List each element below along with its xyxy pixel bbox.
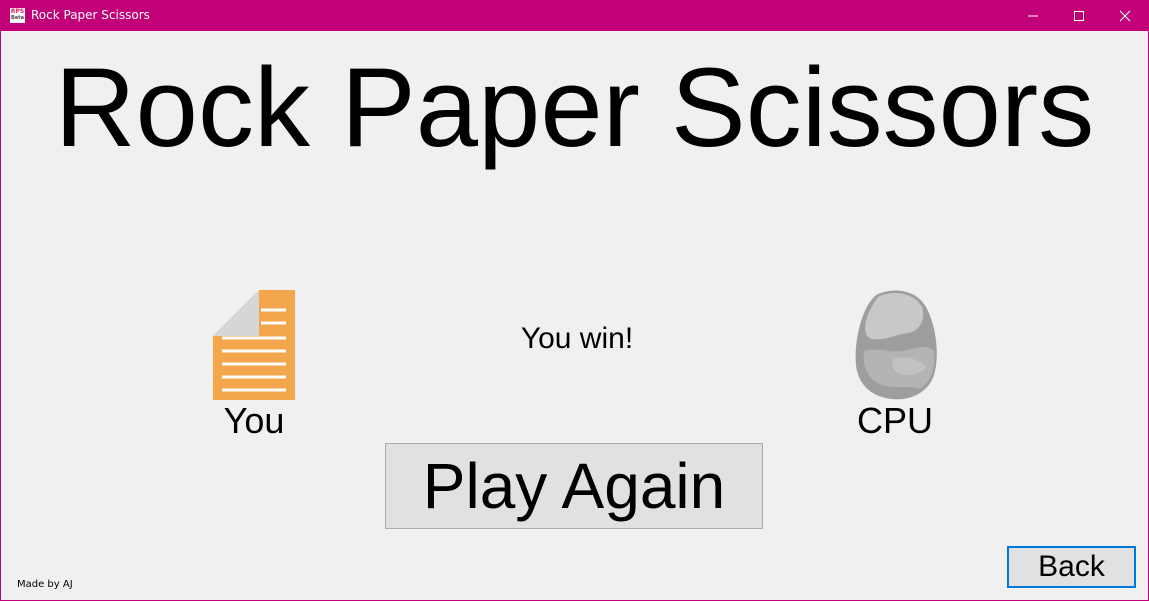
close-icon <box>1119 10 1131 22</box>
maximize-icon <box>1074 11 1084 21</box>
rock-icon <box>855 290 937 400</box>
title-bar[interactable]: RPS Beta Rock Paper Scissors <box>1 1 1148 31</box>
minimize-button[interactable] <box>1010 1 1056 31</box>
player-label: You <box>223 400 285 441</box>
play-again-button[interactable]: Play Again <box>385 443 763 529</box>
game-heading: Rock Paper Scissors <box>54 45 1095 170</box>
maximize-button[interactable] <box>1056 1 1102 31</box>
minimize-icon <box>1028 15 1038 17</box>
close-button[interactable] <box>1102 1 1148 31</box>
credit-text: Made by AJ <box>17 579 73 590</box>
paper-icon <box>213 290 295 400</box>
cpu-label: CPU <box>856 400 933 441</box>
app-icon: RPS Beta <box>10 8 25 23</box>
app-window: RPS Beta Rock Paper Scissors Rock Paper … <box>0 0 1149 601</box>
window-title: Rock Paper Scissors <box>31 8 150 22</box>
back-button[interactable]: Back <box>1007 546 1136 588</box>
result-message: You win! <box>520 322 634 355</box>
